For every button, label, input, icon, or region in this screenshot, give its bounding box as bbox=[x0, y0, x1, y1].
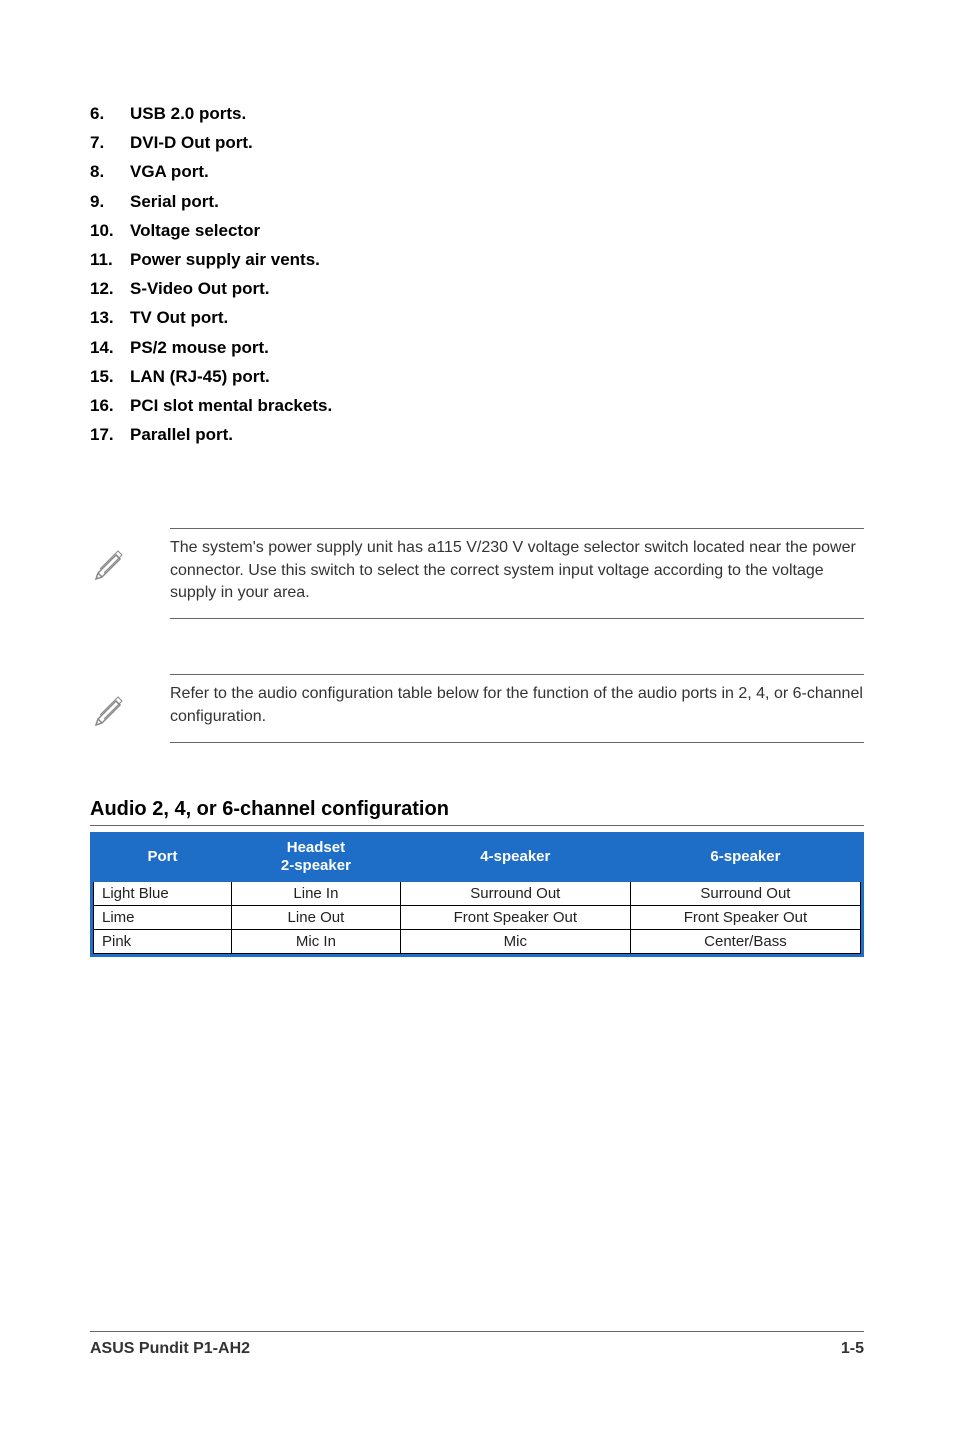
note-voltage: The system's power supply unit has a115 … bbox=[90, 528, 864, 619]
port-number: 14. bbox=[90, 334, 130, 361]
port-number: 12. bbox=[90, 275, 130, 302]
port-item: 16.PCI slot mental brackets. bbox=[90, 392, 864, 419]
port-item: 7.DVI-D Out port. bbox=[90, 129, 864, 156]
port-number: 16. bbox=[90, 392, 130, 419]
port-label: TV Out port. bbox=[130, 304, 228, 331]
port-item: 6.USB 2.0 ports. bbox=[90, 100, 864, 127]
port-label: VGA port. bbox=[130, 158, 209, 185]
port-number: 9. bbox=[90, 188, 130, 215]
port-item: 8.VGA port. bbox=[90, 158, 864, 185]
th-headset: Headset2-speaker bbox=[232, 833, 401, 882]
note-audio: Refer to the audio configuration table b… bbox=[90, 674, 864, 743]
cell-port: Pink bbox=[94, 930, 232, 954]
port-label: Serial port. bbox=[130, 188, 219, 215]
port-label: Voltage selector bbox=[130, 217, 260, 244]
port-label: S-Video Out port. bbox=[130, 275, 269, 302]
port-item: 13.TV Out port. bbox=[90, 304, 864, 331]
cell-headset: Line Out bbox=[232, 906, 401, 930]
th-headset-text: Headset2-speaker bbox=[281, 839, 351, 874]
table-row: Light Blue Line In Surround Out Surround… bbox=[94, 882, 861, 906]
cell-headset: Mic In bbox=[232, 930, 401, 954]
cell-six: Center/Bass bbox=[630, 930, 860, 954]
port-number: 10. bbox=[90, 217, 130, 244]
th-port: Port bbox=[94, 833, 232, 882]
port-label: USB 2.0 ports. bbox=[130, 100, 246, 127]
cell-four: Surround Out bbox=[400, 882, 630, 906]
th-six: 6-speaker bbox=[630, 833, 860, 882]
port-item: 9.Serial port. bbox=[90, 188, 864, 215]
cell-port: Lime bbox=[94, 906, 232, 930]
port-label: Power supply air vents. bbox=[130, 246, 320, 273]
cell-headset: Line In bbox=[232, 882, 401, 906]
port-label: PS/2 mouse port. bbox=[130, 334, 269, 361]
pencil-icon bbox=[90, 543, 130, 583]
port-label: Parallel port. bbox=[130, 421, 233, 448]
cell-six: Surround Out bbox=[630, 882, 860, 906]
port-item: 14.PS/2 mouse port. bbox=[90, 334, 864, 361]
port-item: 11.Power supply air vents. bbox=[90, 246, 864, 273]
note-text: Refer to the audio configuration table b… bbox=[170, 674, 864, 743]
cell-port: Light Blue bbox=[94, 882, 232, 906]
cell-six: Front Speaker Out bbox=[630, 906, 860, 930]
port-number: 11. bbox=[90, 246, 130, 273]
audio-table-wrapper: Port Headset2-speaker 4-speaker 6-speake… bbox=[90, 832, 864, 957]
port-number: 15. bbox=[90, 363, 130, 390]
port-item: 17.Parallel port. bbox=[90, 421, 864, 448]
footer-product: ASUS Pundit P1-AH2 bbox=[90, 1340, 250, 1358]
port-item: 15.LAN (RJ-45) port. bbox=[90, 363, 864, 390]
table-row: Pink Mic In Mic Center/Bass bbox=[94, 930, 861, 954]
audio-section-title: Audio 2, 4, or 6-channel configuration bbox=[90, 798, 864, 826]
port-label: DVI-D Out port. bbox=[130, 129, 253, 156]
table-row: Lime Line Out Front Speaker Out Front Sp… bbox=[94, 906, 861, 930]
port-list: 6.USB 2.0 ports. 7.DVI-D Out port. 8.VGA… bbox=[90, 100, 864, 448]
footer-page-number: 1-5 bbox=[841, 1340, 864, 1358]
port-number: 6. bbox=[90, 100, 130, 127]
port-number: 7. bbox=[90, 129, 130, 156]
cell-four: Mic bbox=[400, 930, 630, 954]
port-number: 13. bbox=[90, 304, 130, 331]
port-number: 17. bbox=[90, 421, 130, 448]
page-footer: ASUS Pundit P1-AH2 1-5 bbox=[90, 1331, 864, 1358]
port-item: 10.Voltage selector bbox=[90, 217, 864, 244]
note-text: The system's power supply unit has a115 … bbox=[170, 528, 864, 619]
port-label: LAN (RJ-45) port. bbox=[130, 363, 270, 390]
port-item: 12.S-Video Out port. bbox=[90, 275, 864, 302]
cell-four: Front Speaker Out bbox=[400, 906, 630, 930]
th-four: 4-speaker bbox=[400, 833, 630, 882]
audio-config-table: Port Headset2-speaker 4-speaker 6-speake… bbox=[93, 832, 861, 954]
port-number: 8. bbox=[90, 158, 130, 185]
pencil-icon bbox=[90, 689, 130, 729]
port-label: PCI slot mental brackets. bbox=[130, 392, 332, 419]
